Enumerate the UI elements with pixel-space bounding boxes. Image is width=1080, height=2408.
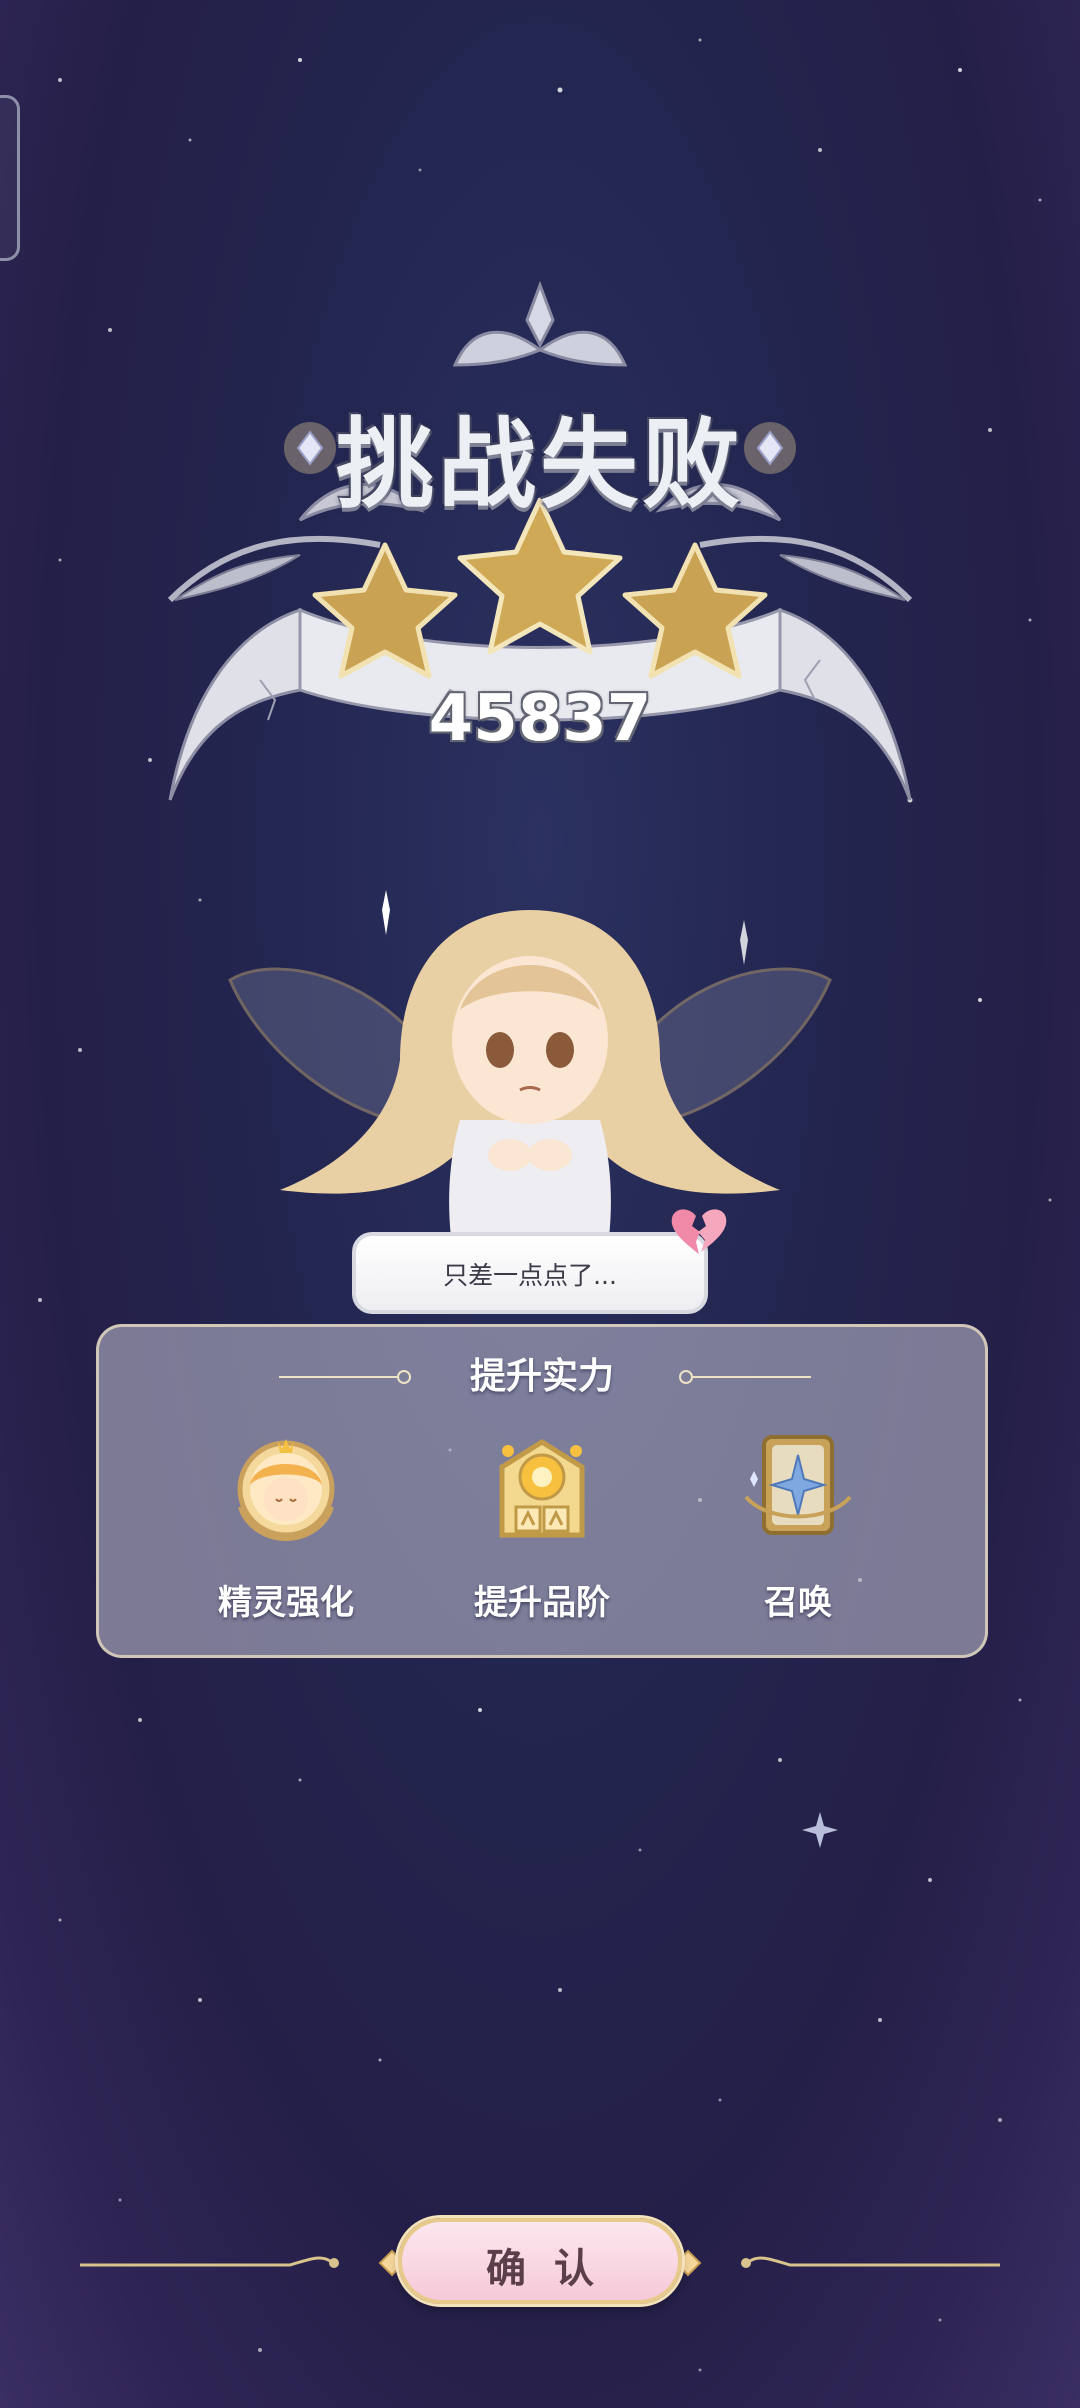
- result-title: 挑战失败: [335, 408, 744, 522]
- upgrade-panel: 提升实力 精灵强化 提升品阶 召唤: [96, 1324, 988, 1658]
- upgrade-item-rank-up[interactable]: 提升品阶: [437, 1427, 647, 1627]
- confirm-button[interactable]: 确认: [398, 2218, 682, 2304]
- confirm-button-label: 确认: [486, 2246, 622, 2292]
- summon-card-icon: [744, 1435, 852, 1535]
- fairy-portrait-icon: [237, 1439, 335, 1542]
- upgrade-item-summon[interactable]: 召唤: [693, 1427, 903, 1627]
- side-menu-tab[interactable]: [0, 95, 20, 261]
- speech-bubble: 只差一点点了...: [352, 1232, 708, 1314]
- panel-title: 提升实力: [469, 1356, 614, 1397]
- star-icon: [622, 542, 768, 679]
- rank-up-icon: [499, 1439, 585, 1538]
- star-icon: [312, 542, 458, 679]
- upgrade-item-label: 提升品阶: [474, 1583, 610, 1623]
- upgrade-item-label: 召唤: [764, 1583, 832, 1623]
- broken-heart-icon: [671, 1209, 727, 1254]
- score-value: 45837: [428, 682, 652, 756]
- speech-text: 只差一点点了...: [443, 1261, 617, 1290]
- upgrade-item-fairy-enhance[interactable]: 精灵强化: [181, 1427, 391, 1627]
- upgrade-item-label: 精灵强化: [218, 1583, 354, 1623]
